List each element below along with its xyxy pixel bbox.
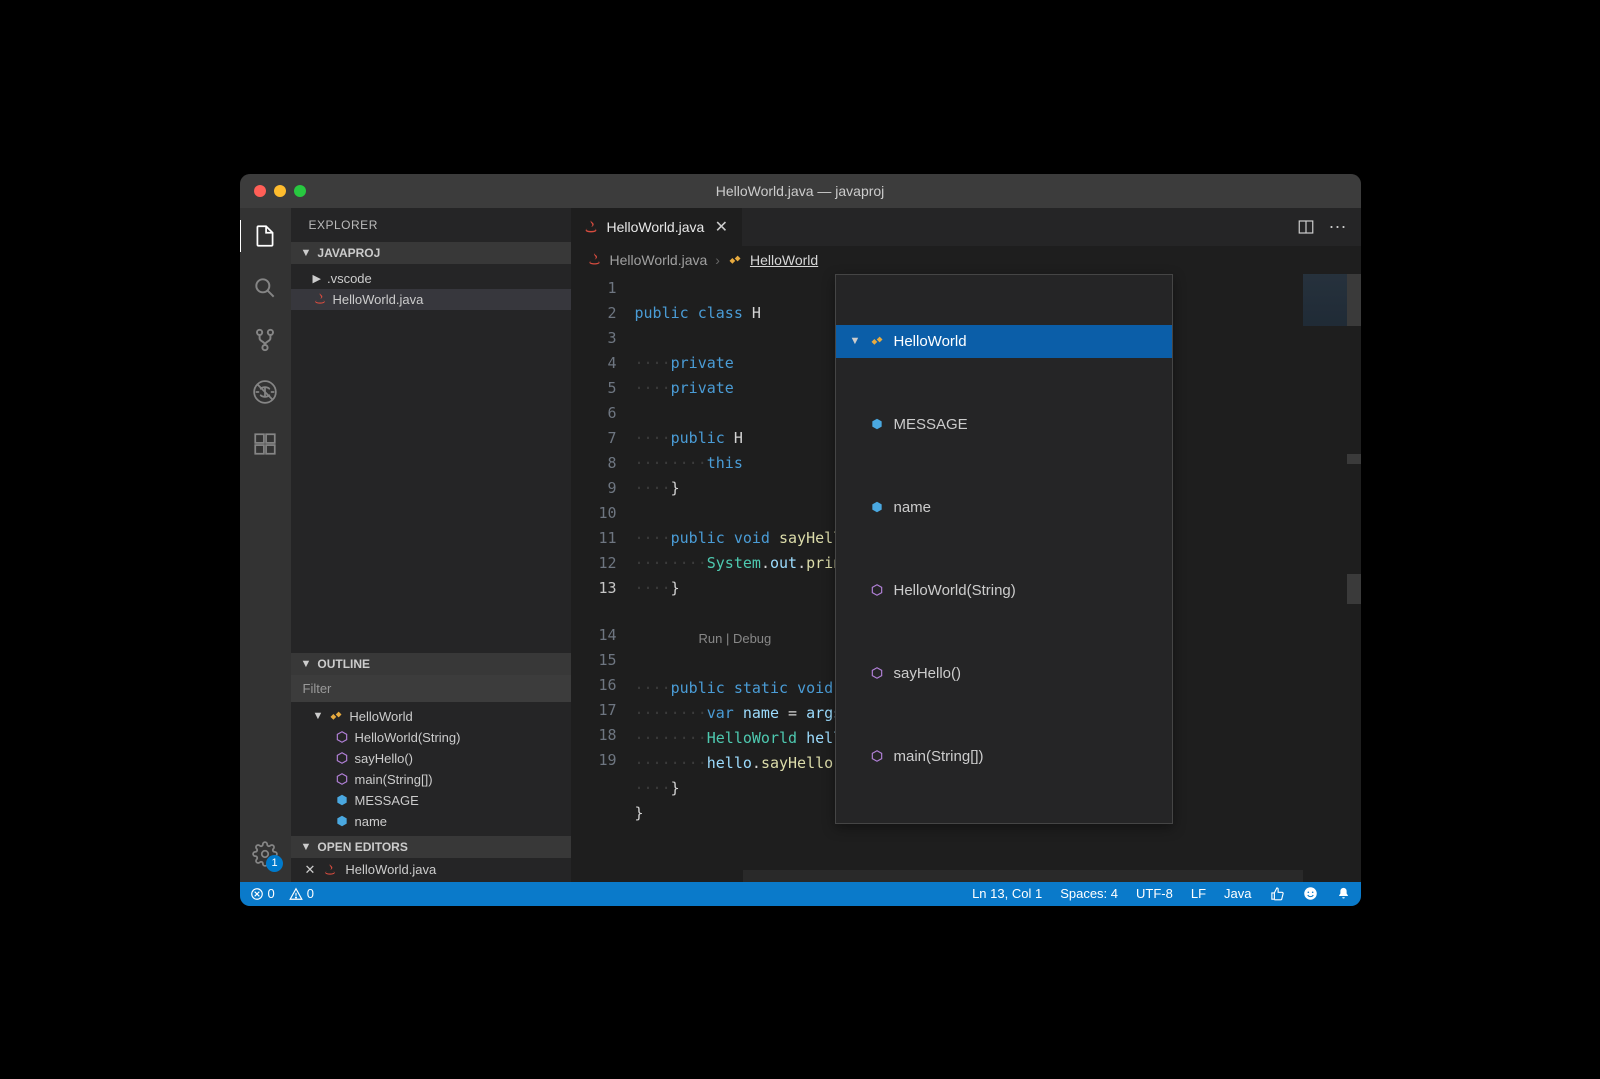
dropdown-item[interactable]: name: [836, 491, 1172, 524]
method-icon: [870, 666, 884, 680]
outline-section-header[interactable]: ▼ OUTLINE: [291, 653, 571, 675]
class-icon: [329, 709, 343, 723]
method-icon: [870, 583, 884, 597]
settings-activity-icon[interactable]: 1: [251, 840, 279, 868]
outline-class-name: HelloWorld: [349, 709, 412, 724]
dropdown-label: HelloWorld(String): [894, 578, 1016, 603]
outline-item-label: sayHello(): [355, 751, 414, 766]
breadcrumb-symbol[interactable]: HelloWorld: [750, 252, 818, 268]
project-section-header[interactable]: ▼ JAVAPROJ: [291, 242, 571, 264]
field-icon: [870, 500, 884, 514]
file-name: HelloWorld.java: [333, 292, 424, 307]
outline-item-label: name: [355, 814, 388, 829]
dropdown-label: HelloWorld: [894, 329, 967, 354]
window-controls: [240, 185, 306, 197]
open-editors-section-header[interactable]: ▼ OPEN EDITORS: [291, 836, 571, 858]
dropdown-item[interactable]: MESSAGE: [836, 408, 1172, 441]
vscode-window: HelloWorld.java — javaproj 1: [240, 174, 1361, 906]
folder-row[interactable]: ▶ .vscode: [291, 268, 571, 289]
chevron-right-icon: ▶: [313, 272, 321, 285]
status-errors[interactable]: 0: [250, 886, 275, 901]
breadcrumb-file[interactable]: HelloWorld.java: [610, 252, 708, 268]
method-icon: [870, 749, 884, 763]
dropdown-item[interactable]: main(String[]): [836, 740, 1172, 773]
java-file-icon: [323, 863, 337, 877]
editor-tab[interactable]: HelloWorld.java ✕: [571, 208, 744, 246]
window-title: HelloWorld.java — javaproj: [240, 183, 1361, 199]
line-gutter: 12345678910111213141516171819: [571, 274, 635, 882]
outline-item-label: MESSAGE: [355, 793, 419, 808]
dropdown-item[interactable]: ▼ HelloWorld: [836, 325, 1172, 358]
outline-item[interactable]: main(String[]): [291, 769, 571, 790]
java-file-icon: [583, 219, 599, 235]
explorer-activity-icon[interactable]: [251, 222, 279, 250]
class-icon: [870, 334, 884, 348]
close-icon[interactable]: ✕: [305, 862, 316, 878]
sidebar-title: EXPLORER: [291, 208, 571, 242]
close-window-button[interactable]: [254, 185, 266, 197]
java-file-icon: [313, 292, 327, 306]
chevron-down-icon: ▼: [850, 329, 861, 354]
titlebar: HelloWorld.java — javaproj: [240, 174, 1361, 208]
source-control-activity-icon[interactable]: [251, 326, 279, 354]
horizontal-scrollbar[interactable]: [743, 870, 1303, 882]
open-editors-title: OPEN EDITORS: [317, 840, 407, 854]
breadcrumb-separator-icon: ›: [715, 252, 720, 268]
dropdown-label: sayHello(): [894, 661, 962, 686]
tab-label: HelloWorld.java: [607, 219, 705, 235]
field-icon: [335, 814, 349, 828]
field-icon: [335, 793, 349, 807]
dropdown-label: main(String[]): [894, 744, 984, 769]
code-editor[interactable]: 12345678910111213141516171819 public cla…: [571, 274, 1361, 882]
overview-ruler[interactable]: [1347, 274, 1361, 882]
outline-item[interactable]: HelloWorld(String): [291, 727, 571, 748]
chevron-down-icon: ▼: [313, 710, 324, 722]
outline-class-row[interactable]: ▼ HelloWorld: [291, 706, 571, 727]
outline-item[interactable]: sayHello(): [291, 748, 571, 769]
outline-item-label: main(String[]): [355, 772, 433, 787]
outline-item[interactable]: MESSAGE: [291, 790, 571, 811]
java-file-icon: [587, 252, 602, 267]
class-icon: [728, 253, 742, 267]
split-editor-icon[interactable]: [1297, 218, 1315, 236]
explorer-sidebar: EXPLORER ▼ JAVAPROJ ▶ .vscode HelloWorld…: [291, 208, 571, 882]
open-editor-row[interactable]: ✕ HelloWorld.java: [291, 858, 571, 882]
chevron-down-icon: ▼: [301, 841, 312, 853]
open-editor-file: HelloWorld.java: [345, 862, 436, 877]
outline-item-label: HelloWorld(String): [355, 730, 461, 745]
file-row[interactable]: HelloWorld.java: [291, 289, 571, 310]
search-activity-icon[interactable]: [251, 274, 279, 302]
breadcrumb[interactable]: HelloWorld.java › HelloWorld: [571, 246, 1361, 274]
dropdown-label: name: [894, 495, 932, 520]
status-warnings[interactable]: 0: [289, 886, 314, 901]
editor-area: HelloWorld.java ✕ ··· HelloWorld.java ›: [571, 208, 1361, 882]
field-icon: [870, 417, 884, 431]
method-icon: [335, 772, 349, 786]
activity-bar: 1: [240, 208, 291, 882]
method-icon: [335, 751, 349, 765]
folder-name: .vscode: [327, 271, 372, 286]
minimize-window-button[interactable]: [274, 185, 286, 197]
close-tab-icon[interactable]: ✕: [712, 217, 730, 237]
breadcrumb-dropdown: ▼ HelloWorld MESSAGE name: [835, 274, 1173, 824]
maximize-window-button[interactable]: [294, 185, 306, 197]
outline-filter-input[interactable]: Filter: [291, 675, 571, 702]
dropdown-label: MESSAGE: [894, 412, 968, 437]
method-icon: [335, 730, 349, 744]
outline-item[interactable]: name: [291, 811, 571, 832]
chevron-down-icon: ▼: [301, 658, 312, 670]
debug-activity-icon[interactable]: [251, 378, 279, 406]
code-lines[interactable]: public class H { ····private llo, %s!"; …: [635, 274, 1361, 882]
more-actions-icon[interactable]: ···: [1329, 216, 1347, 237]
project-name: JAVAPROJ: [317, 246, 380, 260]
dropdown-item[interactable]: HelloWorld(String): [836, 574, 1172, 607]
outline-title: OUTLINE: [317, 657, 370, 671]
dropdown-item[interactable]: sayHello(): [836, 657, 1172, 690]
chevron-down-icon: ▼: [301, 247, 312, 259]
settings-badge: 1: [266, 855, 283, 872]
extensions-activity-icon[interactable]: [251, 430, 279, 458]
editor-tabs: HelloWorld.java ✕ ···: [571, 208, 1361, 246]
